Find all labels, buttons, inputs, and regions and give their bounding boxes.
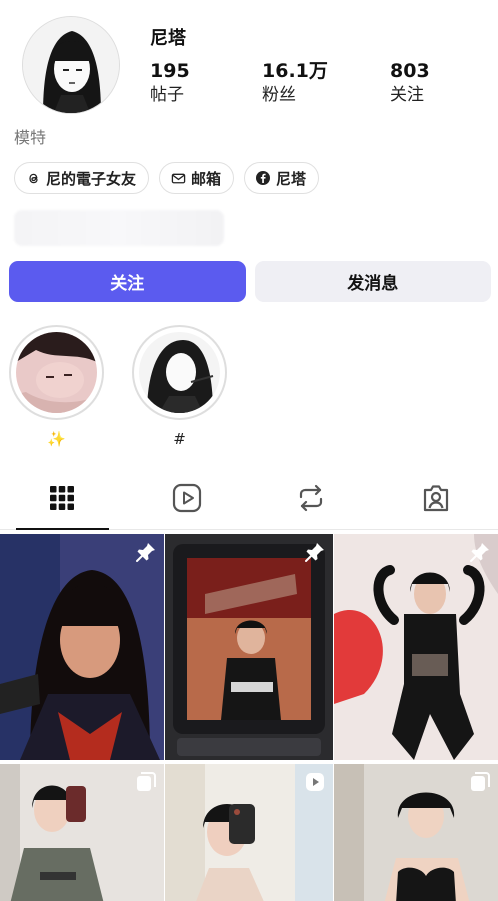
stat-posts-label: 帖子 [150,85,184,105]
chip-email-label: 邮箱 [191,169,222,188]
stat-followers-value: 16.1万 [262,60,328,82]
profile-avatar[interactable] [22,16,120,114]
post-thumbnail[interactable] [165,534,333,760]
mail-icon [170,170,186,186]
chip-facebook[interactable]: 尼塔 [244,162,320,194]
post-thumbnail[interactable] [0,764,164,901]
highlight-cover-image [139,332,220,413]
profile-link-chips: 尼的電子女友 邮箱 尼塔 [14,162,320,194]
profile-bio: 模特 [14,128,47,147]
pin-icon [304,541,326,563]
highlight-ring [9,325,104,420]
chip-facebook-label: 尼塔 [276,169,307,188]
highlight-cover-image [16,332,97,413]
pin-icon [135,541,157,563]
profile-username: 尼塔 [150,28,186,49]
highlight-label: ✨ [47,430,66,448]
stat-following-label: 关注 [390,85,424,105]
blurred-bio-link [14,210,224,246]
profile-actions: 关注 发消息 [9,261,491,302]
highlight-item[interactable]: ✨ [9,325,104,448]
post-thumbnail[interactable] [334,764,498,901]
chip-email[interactable]: 邮箱 [159,162,235,194]
reel-icon [304,771,326,793]
post-thumbnail[interactable] [165,764,333,901]
tab-reposts[interactable] [249,470,374,529]
stat-followers[interactable]: 16.1万 粉丝 [262,60,328,108]
story-highlights: ✨ # [9,325,227,448]
carousel-icon [469,771,491,793]
post-thumbnail[interactable] [0,534,164,760]
grid-icon [49,485,75,515]
chip-threads[interactable]: 尼的電子女友 [14,162,150,194]
highlight-label: # [173,430,186,448]
stat-following[interactable]: 803 关注 [390,60,430,108]
stat-following-value: 803 [390,60,430,82]
threads-icon [25,170,41,186]
reposts-icon [297,483,325,517]
highlight-item[interactable]: # [132,325,227,448]
post-thumbnail[interactable] [334,534,498,760]
profile-header: 尼塔 195 帖子 16.1万 粉丝 803 关注 [0,0,498,120]
chip-threads-label: 尼的電子女友 [46,169,137,188]
follow-button[interactable]: 关注 [9,261,246,302]
carousel-icon [135,771,157,793]
tab-tagged[interactable] [374,470,498,529]
post-grid [0,534,498,901]
stat-posts-value: 195 [150,60,190,82]
highlight-ring [132,325,227,420]
facebook-icon [255,170,271,186]
profile-tabs [0,470,498,530]
tab-posts[interactable] [0,470,125,530]
stat-posts[interactable]: 195 帖子 [150,60,190,108]
message-button[interactable]: 发消息 [254,261,491,302]
tagged-icon [421,483,451,517]
pin-icon [469,541,491,563]
tab-reels[interactable] [125,470,250,529]
stat-followers-label: 粉丝 [262,85,296,105]
reels-icon [172,483,202,517]
